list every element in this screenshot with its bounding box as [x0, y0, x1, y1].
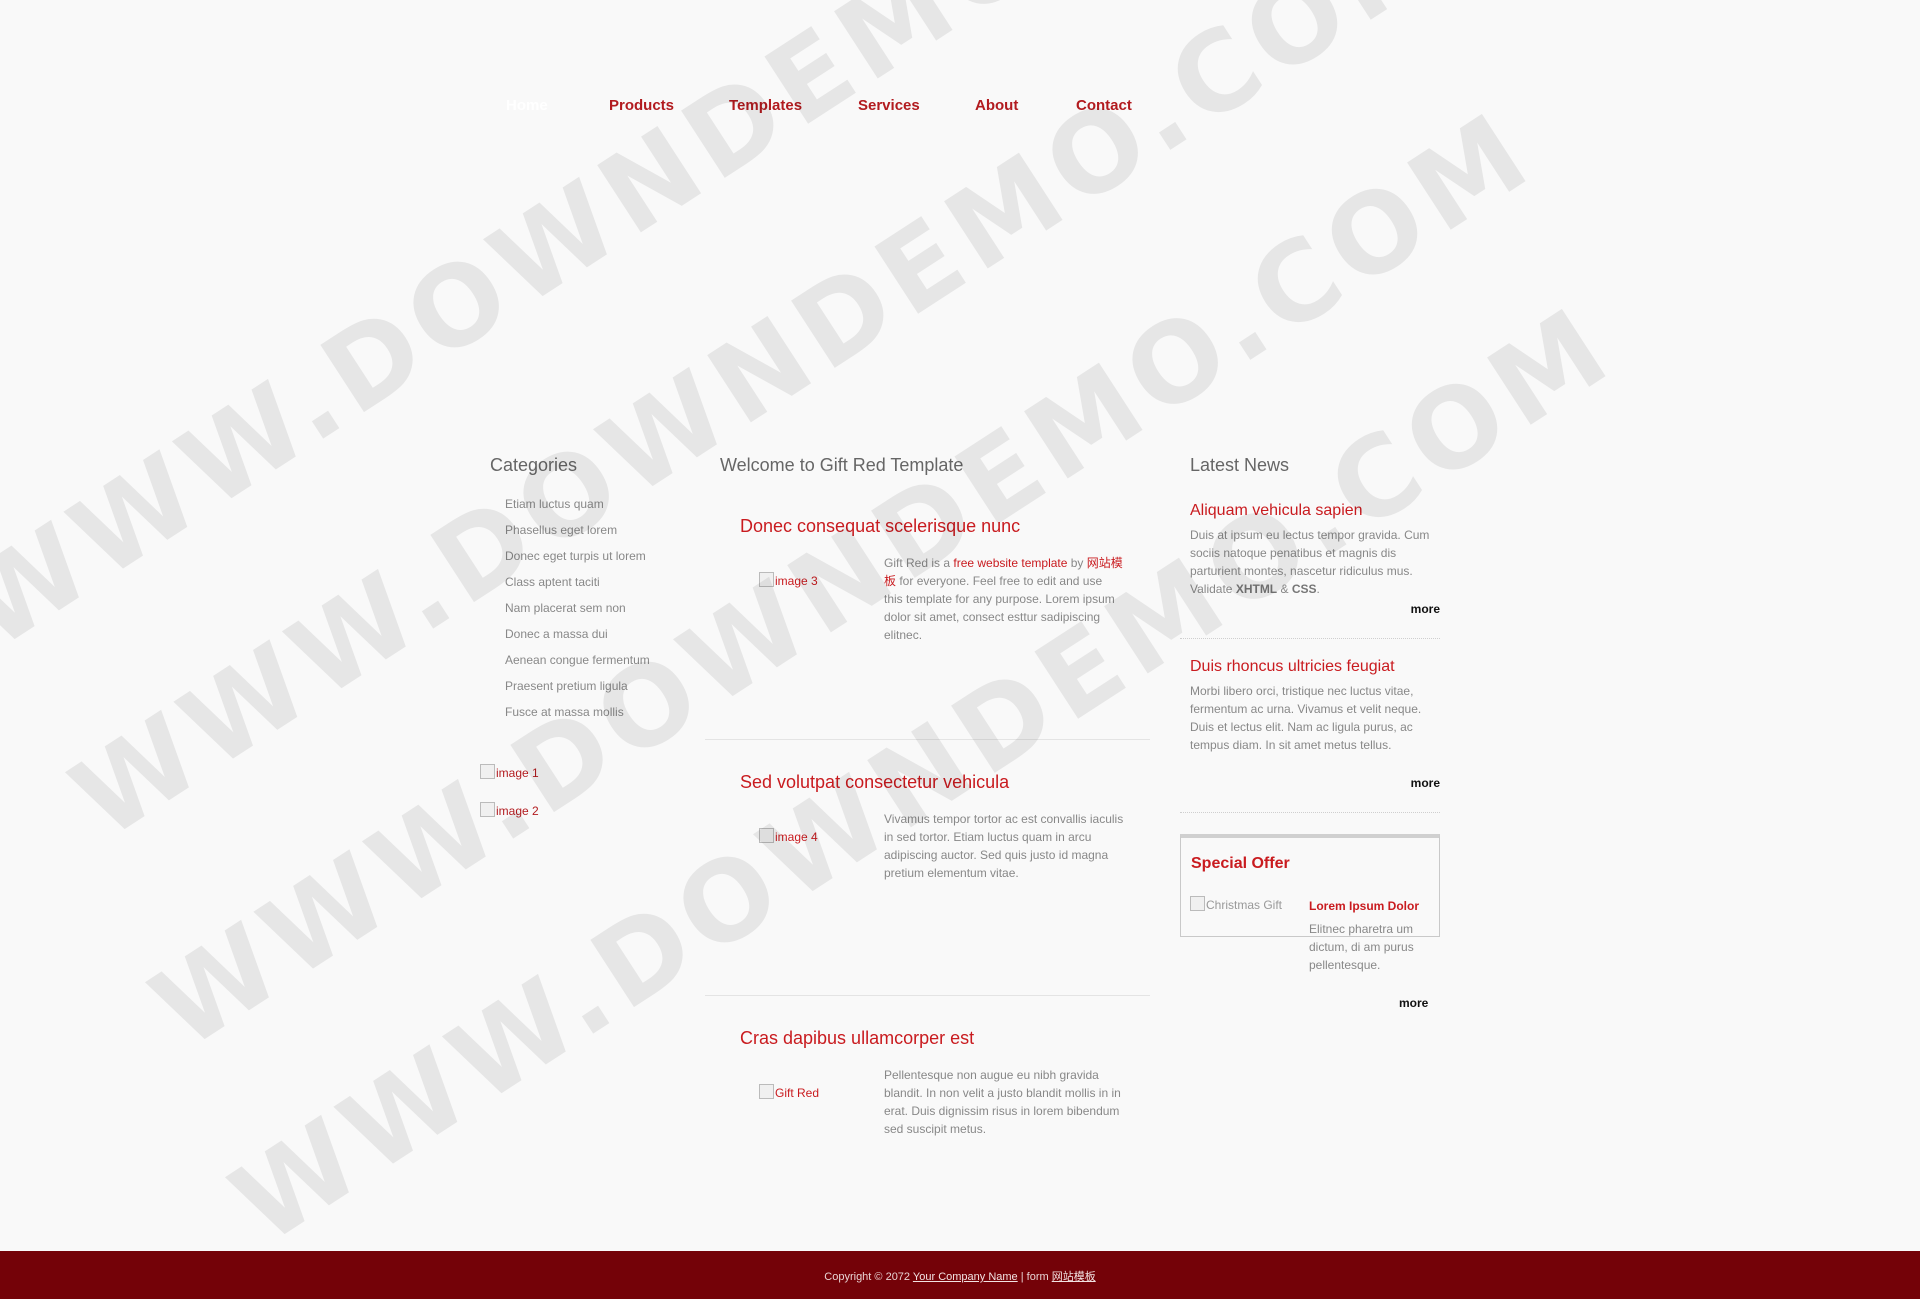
special-offer-subtitle[interactable]: Lorem Ipsum Dolor	[1309, 899, 1419, 913]
post-text: Vivamus tempor tortor ac est convallis i…	[884, 812, 1124, 880]
post-text-intro: Gift Red is a	[884, 556, 954, 570]
category-link[interactable]: Etiam luctus quam	[505, 497, 604, 511]
post-divider	[705, 995, 1150, 996]
post-title[interactable]: Cras dapibus ullamcorper est	[740, 1028, 974, 1049]
nav-products[interactable]: Products	[609, 97, 674, 114]
category-link[interactable]: Nam placerat sem non	[505, 601, 626, 615]
news-title[interactable]: Aliquam vehicula sapien	[1190, 502, 1363, 520]
category-link[interactable]: Aenean congue fermentum	[505, 653, 650, 667]
broken-image-icon	[759, 828, 774, 843]
post-text: Gift Red is a free website template by 网…	[884, 554, 1124, 644]
categories-title: Categories	[490, 455, 578, 475]
more-link[interactable]: more	[1411, 776, 1440, 790]
nav-templates[interactable]: Templates	[729, 97, 802, 114]
news-divider	[1180, 638, 1440, 639]
category-link[interactable]: Phasellus eget lorem	[505, 523, 617, 537]
news-text: Morbi libero orci, tristique nec luctus …	[1190, 684, 1422, 752]
news-title[interactable]: Duis rhoncus ultricies feugiat	[1190, 658, 1395, 676]
nav-services[interactable]: Services	[858, 97, 920, 114]
footer-separator: | form	[1017, 1271, 1052, 1283]
category-item: Fusce at massa mollis	[505, 702, 650, 728]
news-text: Duis at ipsum eu lectus tempor gravida. …	[1190, 526, 1435, 598]
category-item: Donec a massa dui	[505, 624, 650, 650]
broken-image-icon	[480, 802, 495, 817]
free-template-link[interactable]: free website template	[953, 556, 1067, 570]
sidebar-image-1[interactable]: image 1	[480, 764, 539, 780]
more-link[interactable]: more	[1411, 602, 1440, 616]
post-divider	[705, 739, 1150, 740]
category-item: Class aptent taciti	[505, 572, 650, 598]
post-text: Pellentesque non augue eu nibh gravida b…	[884, 1068, 1121, 1136]
latest-news-title: Latest News	[1190, 455, 1290, 475]
image-alt-text: image 2	[496, 804, 539, 818]
post-title[interactable]: Donec consequat scelerisque nunc	[740, 516, 1020, 537]
copyright-text: Copyright © 2072	[824, 1271, 913, 1283]
footer: Copyright © 2072 Your Company Name | for…	[0, 1251, 1920, 1299]
sidebar-image-2[interactable]: image 2	[480, 802, 539, 818]
post-image: image 3	[759, 572, 818, 588]
welcome-title: Welcome to Gift Red Template	[720, 455, 964, 475]
categories-list: Etiam luctus quam Phasellus eget lorem D…	[505, 494, 650, 728]
broken-image-icon	[759, 1084, 774, 1099]
special-offer-more-link[interactable]: more	[1399, 996, 1428, 1010]
news-text-end: .	[1316, 582, 1320, 596]
footer-text: Copyright © 2072 Your Company Name | for…	[0, 1268, 1920, 1284]
watermark-text: WWW.DOWNDEMO.COM	[0, 0, 1365, 673]
broken-image-icon	[759, 572, 774, 587]
xhtml-link[interactable]: XHTML	[1236, 582, 1277, 596]
post-text-by: by	[1067, 556, 1087, 570]
special-offer-text: Elitnec pharetra um dictum, di am purus …	[1309, 922, 1414, 972]
broken-image-icon	[480, 764, 495, 779]
broken-image-icon	[1190, 896, 1205, 911]
category-item: Etiam luctus quam	[505, 494, 650, 520]
post-image: Gift Red	[759, 1084, 819, 1100]
image-alt-text: image 1	[496, 766, 539, 780]
category-item: Nam placerat sem non	[505, 598, 650, 624]
category-link[interactable]: Donec eget turpis ut lorem	[505, 549, 646, 563]
css-link[interactable]: CSS	[1292, 582, 1317, 596]
news-divider	[1180, 812, 1440, 813]
category-item: Aenean congue fermentum	[505, 650, 650, 676]
category-item: Donec eget turpis ut lorem	[505, 546, 650, 572]
nav-home[interactable]: Home	[506, 97, 548, 114]
template-site-link[interactable]: 网站模板	[1052, 1271, 1096, 1283]
post-title[interactable]: Sed volutpat consectetur vehicula	[740, 772, 1009, 793]
category-link[interactable]: Fusce at massa mollis	[505, 705, 624, 719]
news-text-amp: &	[1277, 582, 1292, 596]
image-alt-text: image 4	[775, 830, 818, 844]
category-item: Praesent pretium ligula	[505, 676, 650, 702]
special-offer-image: Christmas Gift	[1190, 896, 1282, 912]
nav-about[interactable]: About	[975, 97, 1018, 114]
image-alt-text: Gift Red	[775, 1086, 820, 1100]
image-alt-text: Christmas Gift	[1206, 898, 1283, 912]
category-link[interactable]: Donec a massa dui	[505, 627, 608, 641]
category-link[interactable]: Praesent pretium ligula	[505, 679, 628, 693]
nav-contact[interactable]: Contact	[1076, 97, 1132, 114]
category-link[interactable]: Class aptent taciti	[505, 575, 600, 589]
post-text-rest: for everyone. Feel free to edit and use …	[884, 574, 1115, 642]
special-offer-title: Special Offer	[1191, 855, 1290, 872]
category-item: Phasellus eget lorem	[505, 520, 650, 546]
company-link[interactable]: Your Company Name	[913, 1271, 1018, 1283]
image-alt-text: image 3	[775, 574, 818, 588]
post-image: image 4	[759, 828, 818, 844]
